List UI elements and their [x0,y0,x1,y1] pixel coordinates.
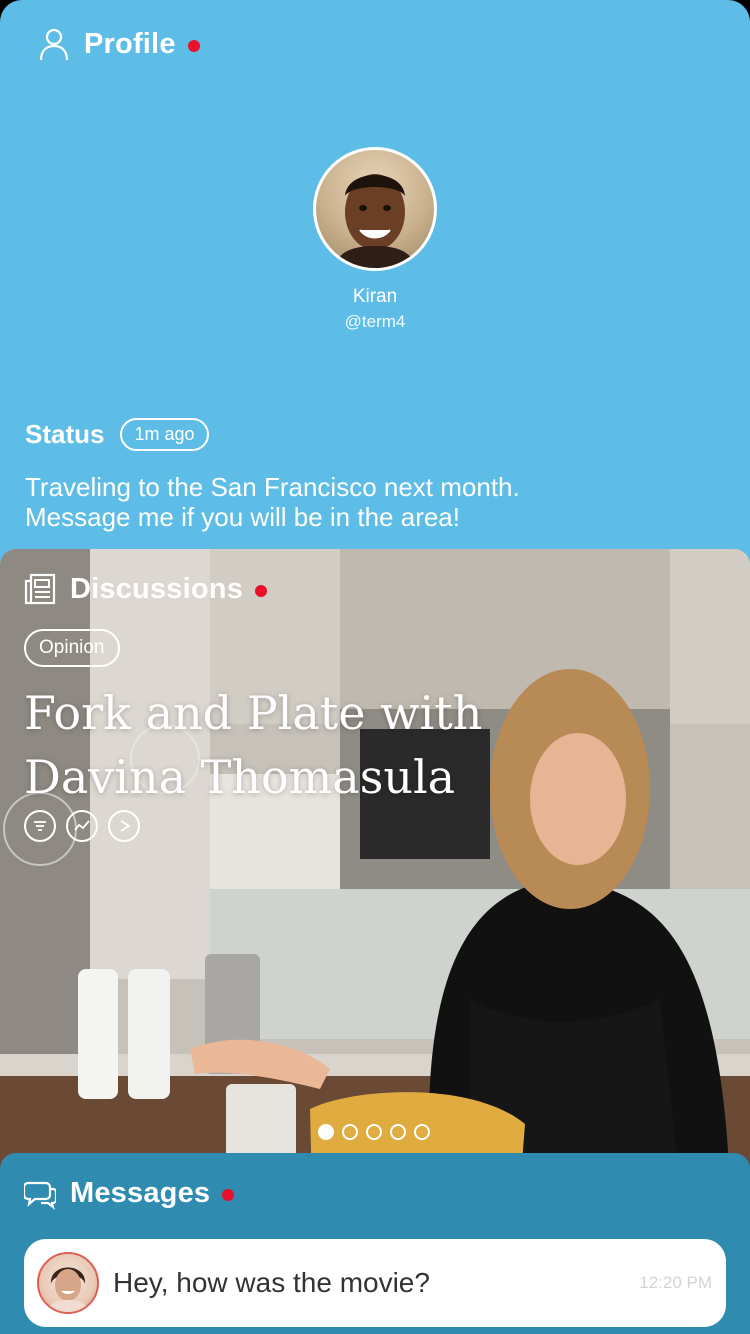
newspaper-icon [24,573,56,605]
notification-dot [187,39,200,52]
list-icon[interactable] [24,810,56,842]
category-badge[interactable]: Opinion [24,629,120,667]
headline-line-2: Davina Thomasula [24,750,456,804]
status-label: Status [25,419,105,449]
headline-line-1: Fork and Plate with [24,686,483,740]
chart-icon[interactable] [66,810,98,842]
status-time-badge: 1m ago [120,418,209,451]
message-preview[interactable]: Hey, how was the movie? 12:20 PM [24,1239,726,1327]
discussion-headline[interactable]: Fork and Plate with Davina Thomasula [24,681,584,809]
status-line-1: Traveling to the San Francisco next mont… [25,472,520,502]
notification-dot [255,584,268,597]
person-icon [39,28,69,61]
carousel-pager [318,1124,438,1140]
profile-name: Kiran [352,286,398,307]
status-row: Status 1m ago [25,418,209,451]
chat-bubbles-icon [24,1181,56,1210]
pager-dot-active[interactable] [318,1124,334,1140]
messages-section: Messages Hey, how was the movie? 12:20 P… [0,1153,750,1334]
messages-title: Messages [70,1176,211,1209]
avatar-portrait [47,1267,89,1312]
discussion-actions [24,810,150,842]
pager-dot[interactable] [390,1124,406,1140]
profile-header[interactable]: Profile [38,26,200,62]
discussions-card[interactable]: Discussions Opinion Fork and Plate with … [0,549,750,1189]
pager-dot[interactable] [414,1124,430,1140]
messages-header[interactable]: Messages [24,1175,235,1211]
notification-dot [222,1188,235,1201]
play-icon[interactable] [108,810,140,842]
pager-dot[interactable] [366,1124,382,1140]
profile-handle: @term4 [344,312,406,331]
status-message: Traveling to the San Francisco next mont… [25,472,725,532]
avatar [37,1252,99,1314]
status-line-2: Message me if you will be in the area! [25,502,460,532]
discussions-header[interactable]: Discussions [24,571,268,607]
avatar-portrait [334,174,416,268]
app-screen: Profile Kiran @term4 Status 1m ago Trave… [0,0,750,1334]
message-text: Hey, how was the movie? [113,1267,430,1298]
message-timestamp: 12:20 PM [639,1273,712,1292]
pager-dot[interactable] [342,1124,358,1140]
profile-title: Profile [84,27,176,60]
discussions-title: Discussions [70,572,244,605]
avatar[interactable] [313,147,437,271]
profile-section: Profile Kiran @term4 Status 1m ago Trave… [0,0,750,600]
